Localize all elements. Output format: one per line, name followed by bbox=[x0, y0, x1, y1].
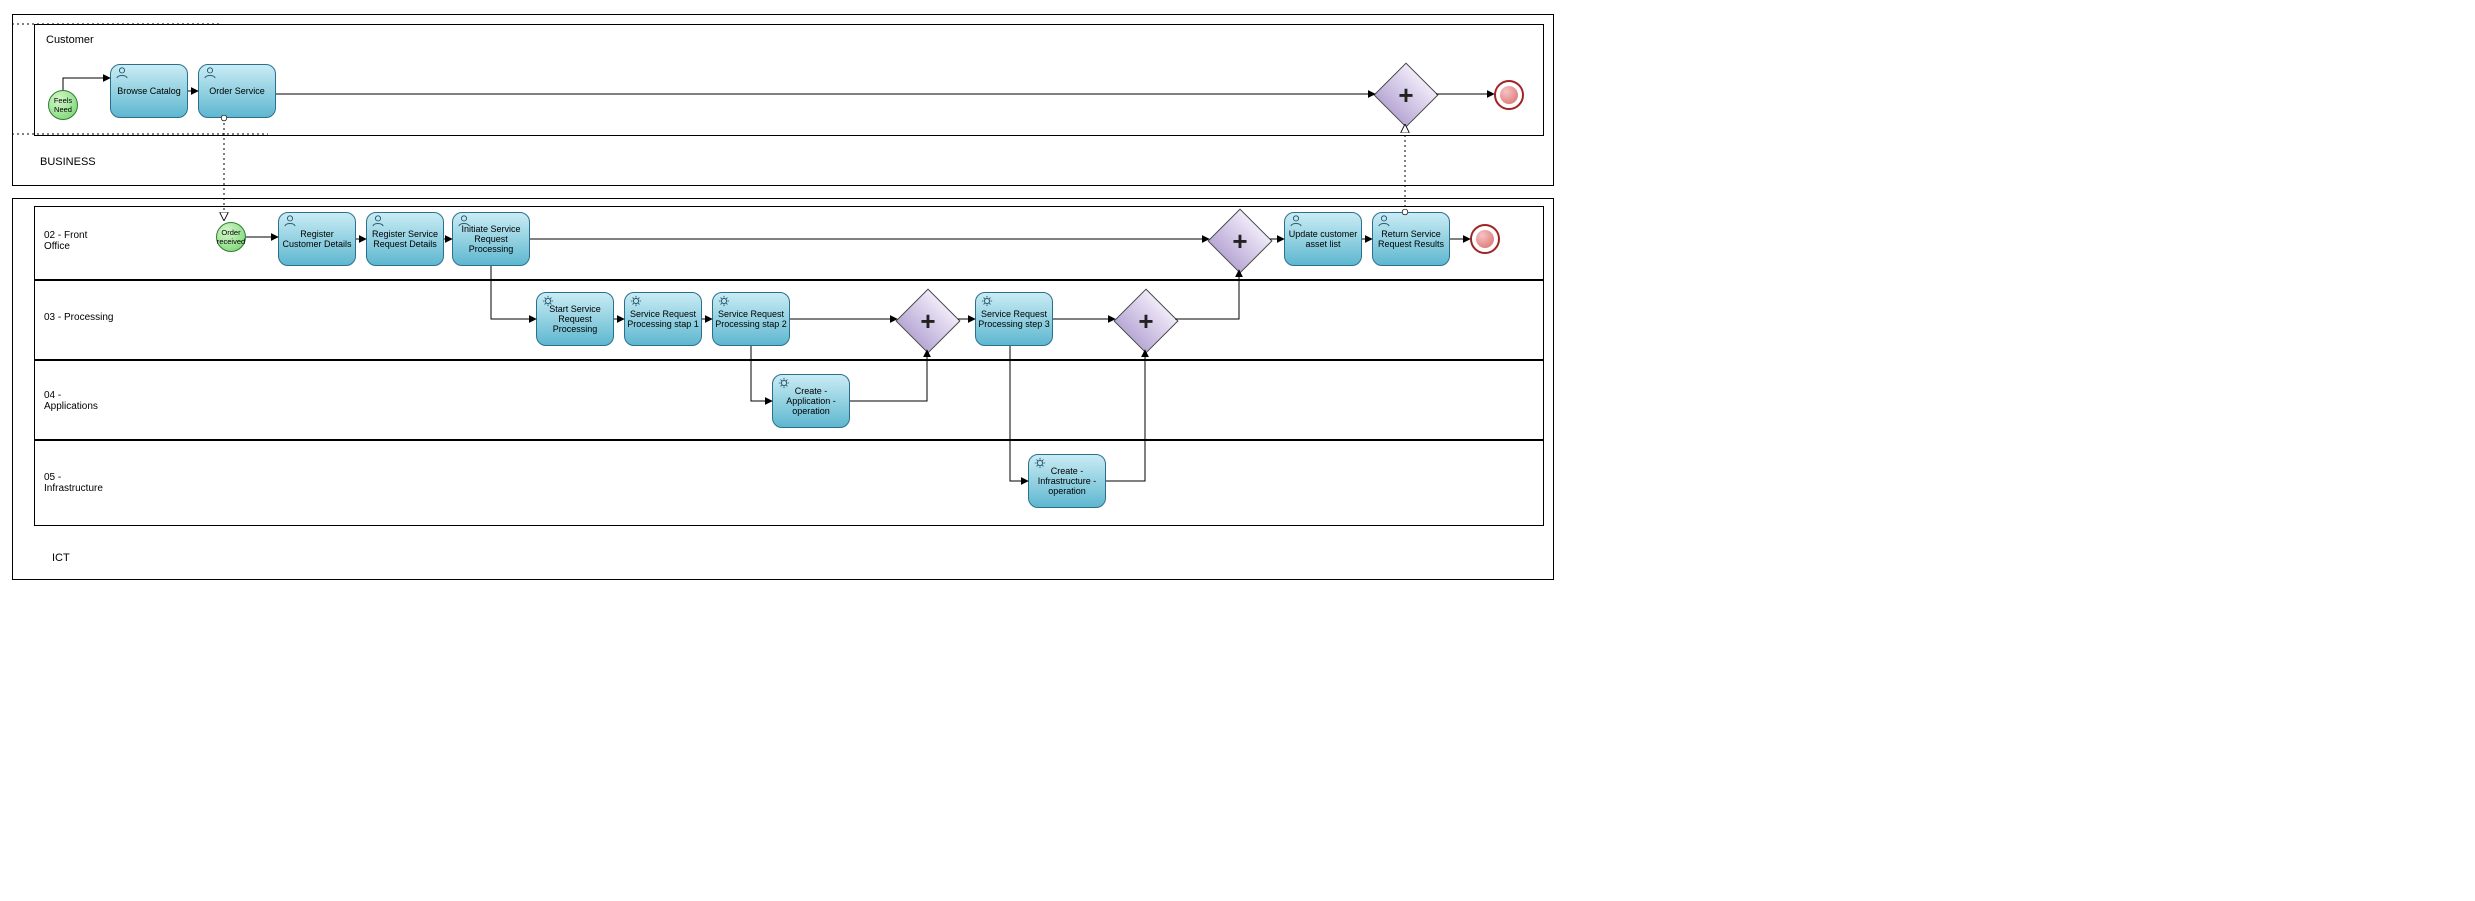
task-initiate-srp: Initiate Service Request Processing bbox=[452, 212, 530, 266]
end-event-front bbox=[1470, 224, 1500, 254]
user-icon bbox=[1377, 215, 1391, 227]
task-update-assets: Update customer asset list bbox=[1284, 212, 1362, 266]
task-start-srp: Start Service Request Processing bbox=[536, 292, 614, 346]
task-create-infra-op: Create -Infrastructure -operation bbox=[1028, 454, 1106, 508]
lane-applications-label: 04 - Applications bbox=[44, 390, 114, 412]
task-label: Service Request Processing stap 2 bbox=[715, 309, 787, 329]
user-icon bbox=[115, 67, 129, 79]
start-event-label: Feels Need bbox=[49, 96, 77, 114]
gear-icon bbox=[717, 295, 731, 307]
bpmn-canvas: Customer BUSINESS 02 - Front Office 03 -… bbox=[0, 0, 2475, 901]
user-icon bbox=[283, 215, 297, 227]
task-label: Browse Catalog bbox=[117, 86, 181, 96]
task-label: Service Request Processing stap 1 bbox=[627, 309, 699, 329]
task-return-results: Return Service Request Results bbox=[1372, 212, 1450, 266]
task-label: Order Service bbox=[209, 86, 265, 96]
lane-infrastructure bbox=[34, 440, 1544, 526]
end-event-customer bbox=[1494, 80, 1524, 110]
task-label: Create -Application -operation bbox=[775, 386, 847, 416]
lane-infrastructure-label: 05 - Infrastructure bbox=[44, 472, 114, 494]
task-label: Register Service Request Details bbox=[369, 229, 441, 249]
start-event-label: Order received bbox=[217, 228, 245, 246]
task-srp-step2: Service Request Processing stap 2 bbox=[712, 292, 790, 346]
task-create-app-op: Create -Application -operation bbox=[772, 374, 850, 428]
lane-front-office-label: 02 - Front Office bbox=[44, 230, 114, 252]
task-label: Service Request Processing step 3 bbox=[978, 309, 1050, 329]
task-label: Create -Infrastructure -operation bbox=[1031, 466, 1103, 496]
task-srp-step1: Service Request Processing stap 1 bbox=[624, 292, 702, 346]
pool-business-label: BUSINESS bbox=[40, 156, 96, 168]
user-icon bbox=[371, 215, 385, 227]
task-label: Return Service Request Results bbox=[1375, 229, 1447, 249]
start-event-order-received: Order received bbox=[216, 222, 246, 252]
task-browse-catalog: Browse Catalog bbox=[110, 64, 188, 118]
task-register-srv-request: Register Service Request Details bbox=[366, 212, 444, 266]
task-srp-step3: Service Request Processing step 3 bbox=[975, 292, 1053, 346]
task-label: Start Service Request Processing bbox=[539, 304, 611, 334]
pool-ict-label: ICT bbox=[52, 552, 70, 564]
lane-customer-label: Customer bbox=[46, 34, 94, 46]
task-label: Update customer asset list bbox=[1287, 229, 1359, 249]
task-label: Register Customer Details bbox=[281, 229, 353, 249]
task-label: Initiate Service Request Processing bbox=[455, 224, 527, 254]
start-event-feels-need: Feels Need bbox=[48, 90, 78, 120]
gear-icon bbox=[629, 295, 643, 307]
task-register-customer: Register Customer Details bbox=[278, 212, 356, 266]
user-icon bbox=[203, 67, 217, 79]
user-icon bbox=[1289, 215, 1303, 227]
lane-processing-label: 03 - Processing bbox=[44, 312, 114, 323]
task-order-service: Order Service bbox=[198, 64, 276, 118]
gear-icon bbox=[980, 295, 994, 307]
